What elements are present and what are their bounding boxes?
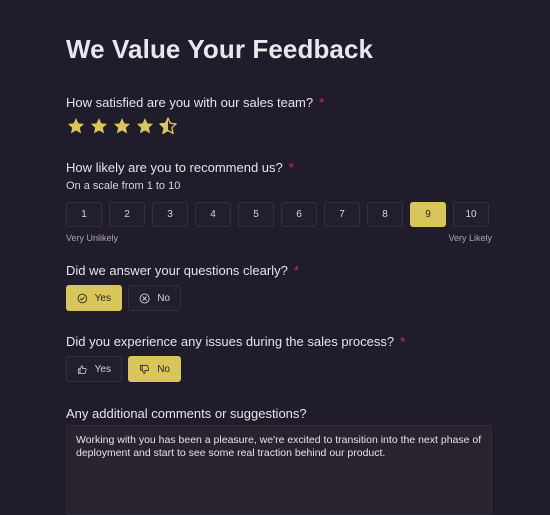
recommend-scale: 1 2 3 4 5 6 7 8 9 10 xyxy=(66,202,489,227)
question-clarity: Did we answer your questions clearly? * xyxy=(66,263,299,278)
scale-option-10[interactable]: 10 xyxy=(453,202,489,227)
question-label: How likely are you to recommend us? xyxy=(66,160,283,175)
required-marker: * xyxy=(288,160,294,175)
question-label: How satisfied are you with our sales tea… xyxy=(66,95,314,110)
star-icon[interactable] xyxy=(89,116,109,136)
question-label: Did you experience any issues during the… xyxy=(66,334,395,349)
issues-no-button[interactable]: No xyxy=(128,356,181,382)
page-title: We Value Your Feedback xyxy=(66,34,374,64)
button-label: Yes xyxy=(94,292,111,304)
question-satisfaction: How satisfied are you with our sales tea… xyxy=(66,95,324,110)
star-icon[interactable] xyxy=(112,116,132,136)
scale-option-4[interactable]: 4 xyxy=(195,202,231,227)
scale-option-3[interactable]: 3 xyxy=(152,202,188,227)
question-comments: Any additional comments or suggestions? xyxy=(66,406,307,421)
comments-textarea[interactable] xyxy=(66,425,492,515)
clarity-yes-button[interactable]: Yes xyxy=(66,285,122,311)
question-issues: Did you experience any issues during the… xyxy=(66,334,405,349)
check-circle-icon xyxy=(77,293,88,303)
scale-low-label: Very Unlikely xyxy=(66,233,119,243)
clarity-no-button[interactable]: No xyxy=(128,285,181,311)
scale-option-9[interactable]: 9 xyxy=(410,202,446,227)
question-recommend: How likely are you to recommend us? * xyxy=(66,160,294,175)
required-marker: * xyxy=(319,95,325,110)
question-label: Any additional comments or suggestions? xyxy=(66,406,307,421)
scale-option-2[interactable]: 2 xyxy=(109,202,145,227)
question-label: Did we answer your questions clearly? xyxy=(66,263,288,278)
button-label: Yes xyxy=(94,363,111,375)
required-marker: * xyxy=(400,334,406,349)
star-icon[interactable] xyxy=(66,116,86,136)
required-marker: * xyxy=(293,263,299,278)
scale-option-8[interactable]: 8 xyxy=(367,202,403,227)
issues-yes-button[interactable]: Yes xyxy=(66,356,122,382)
scale-option-5[interactable]: 5 xyxy=(238,202,274,227)
button-label: No xyxy=(157,363,170,375)
scale-option-7[interactable]: 7 xyxy=(324,202,360,227)
star-icon[interactable] xyxy=(135,116,155,136)
scale-option-1[interactable]: 1 xyxy=(66,202,102,227)
thumbs-up-icon xyxy=(77,364,87,374)
x-circle-icon xyxy=(139,292,150,304)
thumbs-down-icon xyxy=(139,364,150,374)
scale-option-6[interactable]: 6 xyxy=(281,202,317,227)
scale-high-label: Very Likely xyxy=(448,233,492,243)
button-label: No xyxy=(157,292,170,304)
scale-hint: On a scale from 1 to 10 xyxy=(66,180,181,192)
star-half-icon[interactable] xyxy=(158,116,178,136)
star-rating xyxy=(66,116,178,136)
